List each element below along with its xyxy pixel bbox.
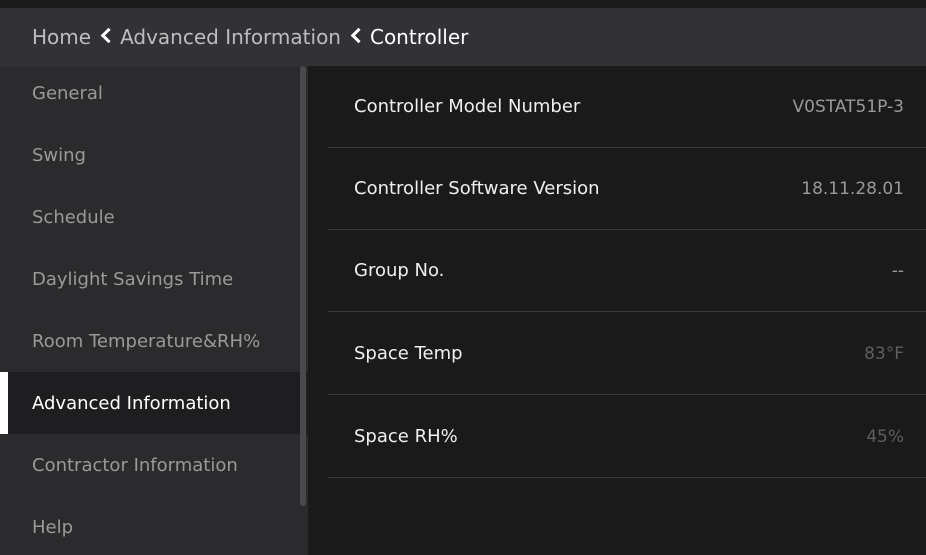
detail-label: Space Temp <box>354 343 463 364</box>
detail-value: 18.11.28.01 <box>801 178 904 199</box>
sidebar-item-room-temperature-rh[interactable]: Room Temperature&RH% <box>0 310 308 372</box>
detail-row-space-temp: Space Temp 83°F <box>328 313 926 395</box>
sidebar: General Swing Schedule Daylight Savings … <box>0 66 308 555</box>
breadcrumb-advanced-information[interactable]: Advanced Information <box>120 25 341 49</box>
sidebar-item-schedule[interactable]: Schedule <box>0 186 308 248</box>
sidebar-item-help[interactable]: Help <box>0 496 308 555</box>
detail-label: Space RH% <box>354 426 458 447</box>
detail-label: Controller Model Number <box>354 96 581 117</box>
sidebar-scrollbar[interactable] <box>300 66 306 506</box>
detail-value: -- <box>891 260 904 281</box>
sidebar-item-advanced-information[interactable]: Advanced Information <box>0 372 308 434</box>
detail-row-space-rh: Space RH% 45% <box>328 396 926 478</box>
sidebar-item-swing[interactable]: Swing <box>0 124 308 186</box>
breadcrumb-controller: Controller <box>369 25 469 49</box>
breadcrumb: Home Advanced Information Controller <box>0 8 926 66</box>
detail-value: 45% <box>866 426 904 447</box>
sidebar-item-contractor-information[interactable]: Contractor Information <box>0 434 308 496</box>
detail-label: Group No. <box>354 260 445 281</box>
detail-row-model-number: Controller Model Number V0STAT51P-3 <box>328 66 926 148</box>
detail-row-group-no: Group No. -- <box>328 230 926 312</box>
detail-row-software-version: Controller Software Version 18.11.28.01 <box>328 148 926 230</box>
breadcrumb-home[interactable]: Home <box>32 25 91 49</box>
chevron-left-icon <box>350 27 367 43</box>
detail-value: V0STAT51P-3 <box>792 96 904 117</box>
sidebar-item-daylight-savings-time[interactable]: Daylight Savings Time <box>0 248 308 310</box>
detail-label: Controller Software Version <box>354 178 600 199</box>
detail-value: 83°F <box>864 343 904 364</box>
sidebar-item-general[interactable]: General <box>0 66 308 124</box>
chevron-left-icon <box>100 27 117 43</box>
controller-details-panel: Controller Model Number V0STAT51P-3 Cont… <box>308 66 926 555</box>
